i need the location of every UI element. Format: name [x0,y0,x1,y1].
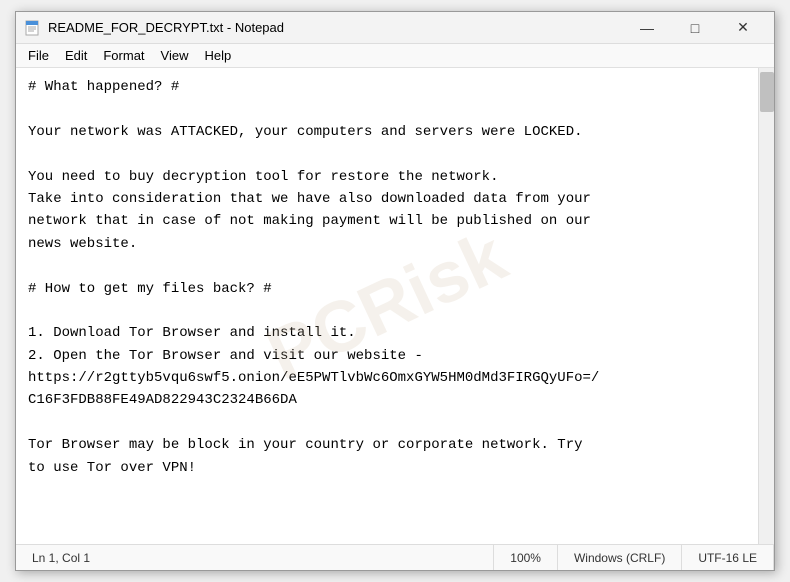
menu-edit[interactable]: Edit [57,46,95,65]
status-line-ending: Windows (CRLF) [558,545,682,570]
zoom-level: 100% [510,551,541,565]
menu-bar: File Edit Format View Help [16,44,774,68]
title-bar: README_FOR_DECRYPT.txt - Notepad — □ ✕ [16,12,774,44]
app-icon [24,20,40,36]
scrollbar-thumb[interactable] [760,72,774,112]
editor-area: # What happened? # Your network was ATTA… [16,68,774,544]
minimize-button[interactable]: — [624,12,670,44]
menu-view[interactable]: View [153,46,197,65]
watermark: PCRisk [248,201,525,412]
status-encoding: UTF-16 LE [682,545,774,570]
status-zoom: 100% [494,545,558,570]
maximize-button[interactable]: □ [672,12,718,44]
menu-format[interactable]: Format [95,46,152,65]
cursor-position: Ln 1, Col 1 [32,551,90,565]
menu-help[interactable]: Help [196,46,239,65]
close-button[interactable]: ✕ [720,12,766,44]
encoding: UTF-16 LE [698,551,757,565]
menu-file[interactable]: File [20,46,57,65]
notepad-window: README_FOR_DECRYPT.txt - Notepad — □ ✕ F… [15,11,775,571]
line-ending: Windows (CRLF) [574,551,665,565]
status-bar: Ln 1, Col 1 100% Windows (CRLF) UTF-16 L… [16,544,774,570]
vertical-scrollbar[interactable] [758,68,774,544]
text-editor[interactable]: # What happened? # Your network was ATTA… [16,68,758,544]
window-controls: — □ ✕ [624,12,766,44]
window-title: README_FOR_DECRYPT.txt - Notepad [48,20,624,35]
status-position: Ln 1, Col 1 [16,545,494,570]
